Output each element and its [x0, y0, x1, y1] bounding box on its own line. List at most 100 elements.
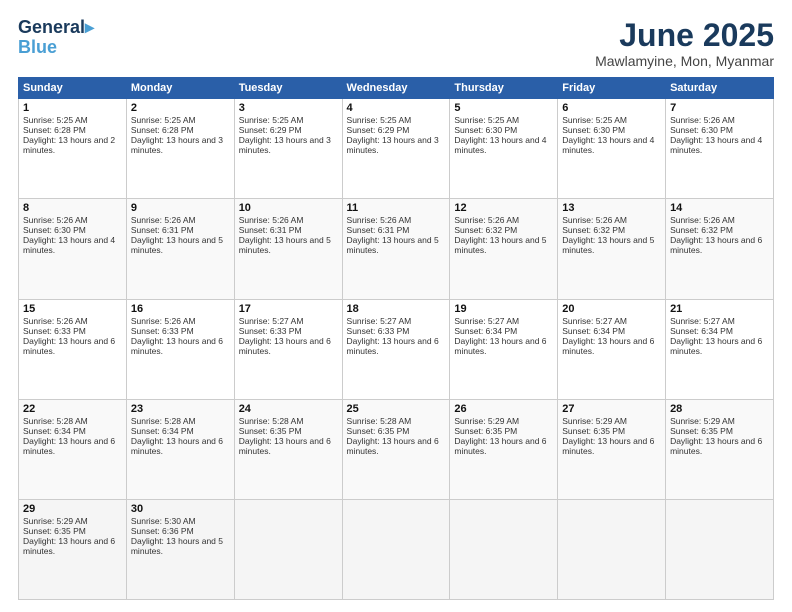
sunrise-text: Sunrise: 5:25 AM [347, 115, 412, 125]
sunset-text: Sunset: 6:34 PM [131, 426, 194, 436]
sunrise-text: Sunrise: 5:25 AM [23, 115, 88, 125]
day-number: 6 [562, 102, 661, 114]
daylight-text: Daylight: 13 hours and 6 minutes. [131, 336, 223, 356]
daylight-text: Daylight: 13 hours and 5 minutes. [454, 235, 546, 255]
sunrise-text: Sunrise: 5:28 AM [347, 416, 412, 426]
day-number: 8 [23, 202, 122, 214]
day-number: 28 [670, 403, 769, 415]
calendar-table: SundayMondayTuesdayWednesdayThursdayFrid… [18, 77, 774, 600]
day-number: 24 [239, 403, 338, 415]
daylight-text: Daylight: 13 hours and 6 minutes. [131, 436, 223, 456]
col-header-tuesday: Tuesday [234, 78, 342, 99]
sunrise-text: Sunrise: 5:28 AM [131, 416, 196, 426]
calendar-cell [666, 499, 774, 599]
calendar-cell: 4Sunrise: 5:25 AMSunset: 6:29 PMDaylight… [342, 99, 450, 199]
daylight-text: Daylight: 13 hours and 5 minutes. [347, 235, 439, 255]
sunset-text: Sunset: 6:31 PM [347, 225, 410, 235]
sunrise-text: Sunrise: 5:25 AM [562, 115, 627, 125]
sunset-text: Sunset: 6:32 PM [454, 225, 517, 235]
calendar-cell: 24Sunrise: 5:28 AMSunset: 6:35 PMDayligh… [234, 399, 342, 499]
week-row-4: 22Sunrise: 5:28 AMSunset: 6:34 PMDayligh… [19, 399, 774, 499]
sunset-text: Sunset: 6:30 PM [23, 225, 86, 235]
calendar-cell: 19Sunrise: 5:27 AMSunset: 6:34 PMDayligh… [450, 299, 558, 399]
calendar-cell: 23Sunrise: 5:28 AMSunset: 6:34 PMDayligh… [126, 399, 234, 499]
sunrise-text: Sunrise: 5:29 AM [454, 416, 519, 426]
calendar-cell: 21Sunrise: 5:27 AMSunset: 6:34 PMDayligh… [666, 299, 774, 399]
day-number: 22 [23, 403, 122, 415]
sunset-text: Sunset: 6:30 PM [670, 125, 733, 135]
calendar-cell: 6Sunrise: 5:25 AMSunset: 6:30 PMDaylight… [558, 99, 666, 199]
daylight-text: Daylight: 13 hours and 3 minutes. [239, 135, 331, 155]
daylight-text: Daylight: 13 hours and 5 minutes. [131, 536, 223, 556]
sunrise-text: Sunrise: 5:26 AM [23, 316, 88, 326]
calendar-cell: 13Sunrise: 5:26 AMSunset: 6:32 PMDayligh… [558, 199, 666, 299]
sunset-text: Sunset: 6:31 PM [131, 225, 194, 235]
sunset-text: Sunset: 6:30 PM [562, 125, 625, 135]
sunset-text: Sunset: 6:35 PM [454, 426, 517, 436]
logo: General▸ Blue [18, 18, 94, 58]
day-number: 20 [562, 303, 661, 315]
sunset-text: Sunset: 6:31 PM [239, 225, 302, 235]
day-number: 2 [131, 102, 230, 114]
calendar-cell [450, 499, 558, 599]
day-number: 11 [347, 202, 446, 214]
daylight-text: Daylight: 13 hours and 6 minutes. [23, 436, 115, 456]
daylight-text: Daylight: 13 hours and 6 minutes. [562, 436, 654, 456]
sunrise-text: Sunrise: 5:29 AM [23, 516, 88, 526]
sunset-text: Sunset: 6:28 PM [131, 125, 194, 135]
calendar-cell [558, 499, 666, 599]
day-number: 14 [670, 202, 769, 214]
sunrise-text: Sunrise: 5:29 AM [670, 416, 735, 426]
sunrise-text: Sunrise: 5:26 AM [131, 316, 196, 326]
sunrise-text: Sunrise: 5:25 AM [131, 115, 196, 125]
sunrise-text: Sunrise: 5:26 AM [562, 215, 627, 225]
calendar-cell: 28Sunrise: 5:29 AMSunset: 6:35 PMDayligh… [666, 399, 774, 499]
calendar-cell: 16Sunrise: 5:26 AMSunset: 6:33 PMDayligh… [126, 299, 234, 399]
calendar-cell: 14Sunrise: 5:26 AMSunset: 6:32 PMDayligh… [666, 199, 774, 299]
sunset-text: Sunset: 6:36 PM [131, 526, 194, 536]
calendar-cell: 7Sunrise: 5:26 AMSunset: 6:30 PMDaylight… [666, 99, 774, 199]
sunset-text: Sunset: 6:35 PM [239, 426, 302, 436]
col-header-monday: Monday [126, 78, 234, 99]
day-number: 9 [131, 202, 230, 214]
day-number: 12 [454, 202, 553, 214]
daylight-text: Daylight: 13 hours and 5 minutes. [562, 235, 654, 255]
daylight-text: Daylight: 13 hours and 3 minutes. [131, 135, 223, 155]
sunrise-text: Sunrise: 5:26 AM [670, 215, 735, 225]
week-row-2: 8 Sunrise: 5:26 AM Sunset: 6:30 PM Daylight… [19, 199, 774, 299]
calendar-cell: 8Sunrise: 5:26 AMSunset: 6:30 PMDaylight… [19, 199, 127, 299]
calendar-cell: 1Sunrise: 5:25 AMSunset: 6:28 PMDaylight… [19, 99, 127, 199]
daylight-text: Daylight: 13 hours and 6 minutes. [347, 336, 439, 356]
calendar-cell: 18Sunrise: 5:27 AMSunset: 6:33 PMDayligh… [342, 299, 450, 399]
daylight-text: Daylight: 13 hours and 6 minutes. [23, 536, 115, 556]
day-number: 3 [239, 102, 338, 114]
calendar-cell: 25Sunrise: 5:28 AMSunset: 6:35 PMDayligh… [342, 399, 450, 499]
daylight-text: Daylight: 13 hours and 6 minutes. [239, 336, 331, 356]
sunset-text: Sunset: 6:33 PM [131, 326, 194, 336]
sunrise-text: Sunrise: 5:26 AM [131, 215, 196, 225]
sunrise-text: Sunrise: 5:28 AM [23, 416, 88, 426]
daylight-text: Daylight: 13 hours and 6 minutes. [347, 436, 439, 456]
day-number: 18 [347, 303, 446, 315]
week-row-1: 1Sunrise: 5:25 AMSunset: 6:28 PMDaylight… [19, 99, 774, 199]
day-number: 5 [454, 102, 553, 114]
day-number: 4 [347, 102, 446, 114]
week-row-3: 15Sunrise: 5:26 AMSunset: 6:33 PMDayligh… [19, 299, 774, 399]
day-number: 19 [454, 303, 553, 315]
day-number: 25 [347, 403, 446, 415]
calendar-cell [234, 499, 342, 599]
sunset-text: Sunset: 6:33 PM [347, 326, 410, 336]
sunset-text: Sunset: 6:28 PM [23, 125, 86, 135]
col-header-wednesday: Wednesday [342, 78, 450, 99]
col-header-friday: Friday [558, 78, 666, 99]
daylight-text: Daylight: 13 hours and 2 minutes. [23, 135, 115, 155]
sunset-text: Sunset: 6:34 PM [23, 426, 86, 436]
sunset-text: Sunset: 6:35 PM [347, 426, 410, 436]
day-number: 26 [454, 403, 553, 415]
daylight-text: Daylight: 13 hours and 6 minutes. [454, 436, 546, 456]
sunrise-text: Sunrise: 5:26 AM [347, 215, 412, 225]
daylight-text: Daylight: 13 hours and 6 minutes. [239, 436, 331, 456]
day-number: 13 [562, 202, 661, 214]
sunset-text: Sunset: 6:32 PM [562, 225, 625, 235]
day-number: 30 [131, 503, 230, 515]
